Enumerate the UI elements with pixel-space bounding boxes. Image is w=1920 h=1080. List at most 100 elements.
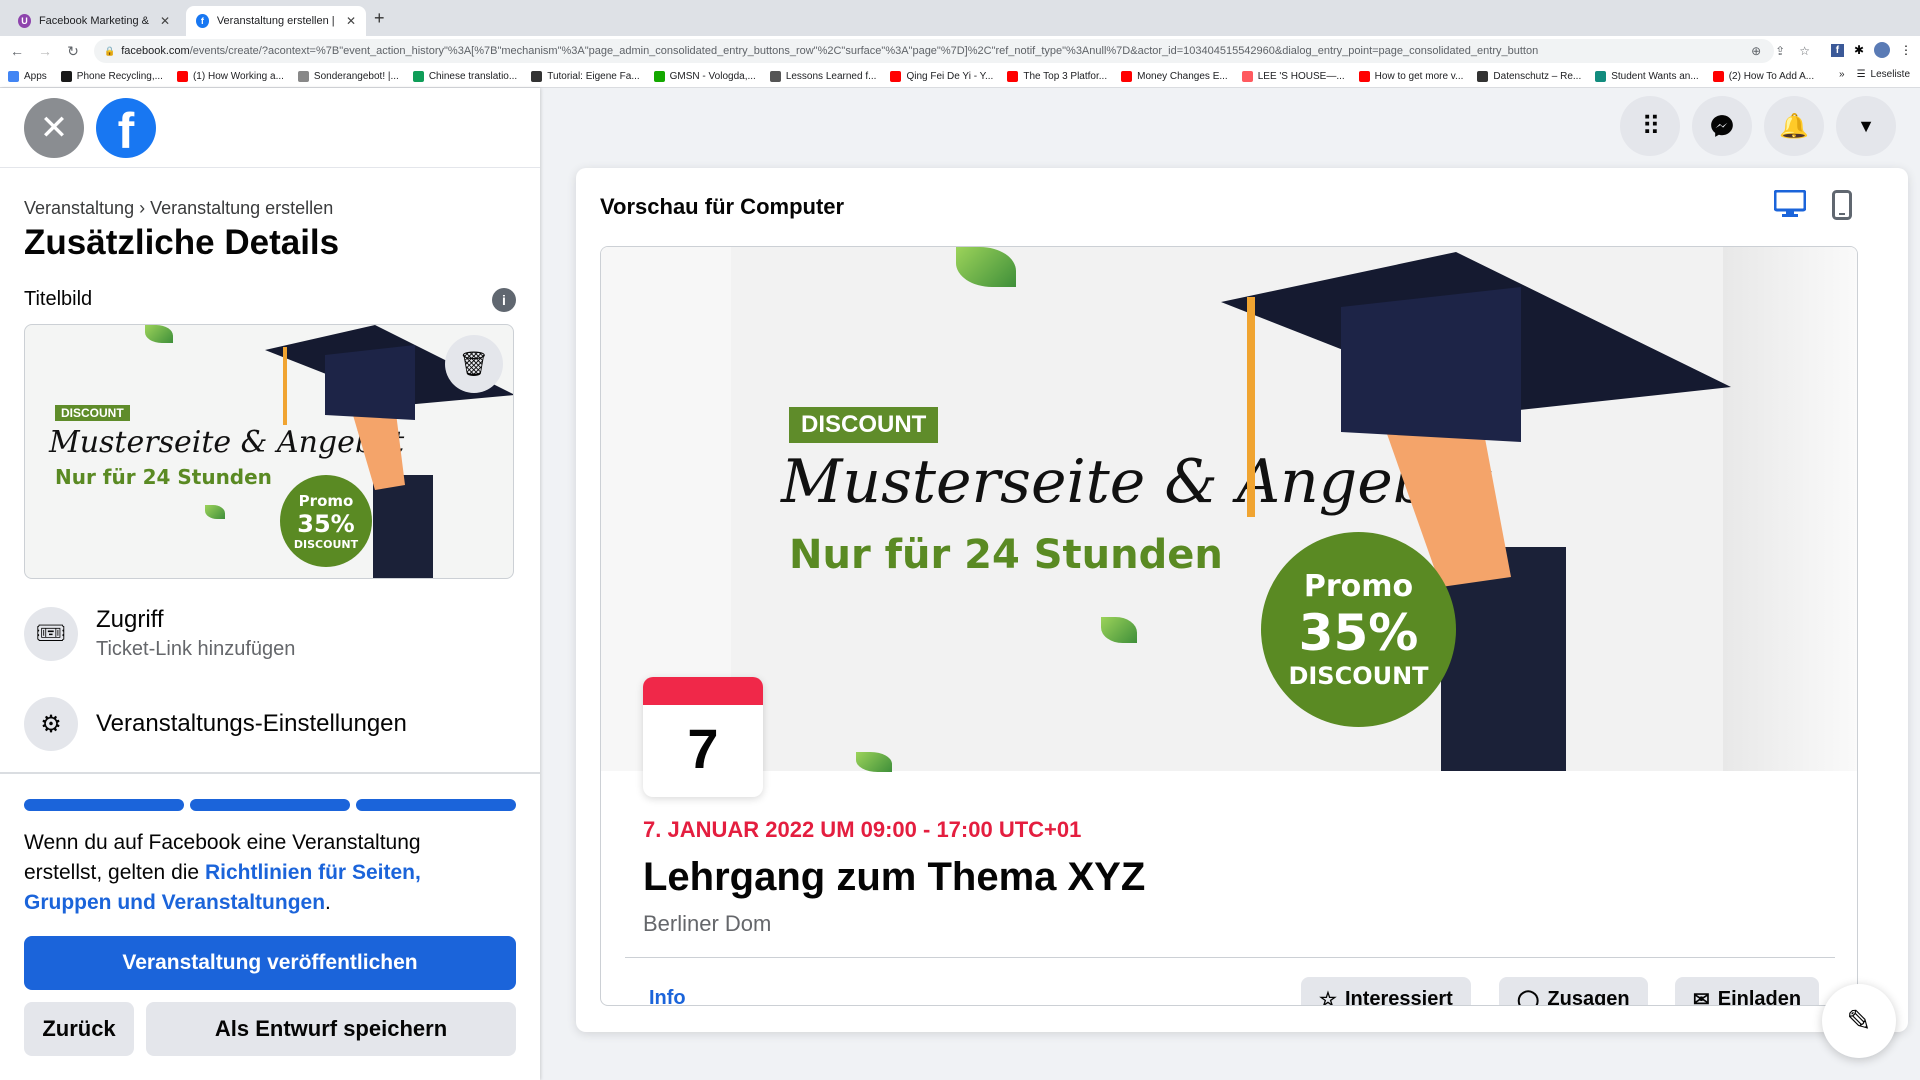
bookmark-item[interactable]: Phone Recycling,...	[60, 71, 163, 82]
access-subtitle: Ticket-Link hinzufügen	[96, 638, 296, 660]
tab-close-icon[interactable]: ✕	[346, 14, 356, 28]
desktop-monitor-icon	[1773, 189, 1807, 217]
bookmark-item[interactable]: (1) How Working a...	[176, 71, 284, 82]
leaf-decoration	[205, 505, 225, 519]
bookmark-favicon-icon	[1358, 71, 1370, 82]
event-date-time: 7. JANUAR 2022 UM 09:00 - 17:00 UTC+01	[643, 817, 1082, 842]
preview-title: Vorschau für Computer	[600, 194, 845, 219]
bookmark-item[interactable]: How to get more v...	[1358, 71, 1464, 82]
bookmark-item[interactable]: GMSN - Vologda,...	[653, 71, 756, 82]
new-message-button[interactable]: ✎	[1822, 984, 1896, 1058]
compose-icon: ✎	[1846, 1004, 1872, 1038]
close-button[interactable]: ✕	[24, 98, 84, 158]
account-menu-button[interactable]: ▼	[1836, 96, 1896, 156]
tab-facebook-marketing[interactable]: U Facebook Marketing & Werbea ✕	[8, 6, 180, 36]
url-input[interactable]: 🔒 facebook.com/events/create/?acontext=%…	[94, 39, 1774, 63]
back-arrow-icon[interactable]: ←	[6, 43, 28, 59]
bell-icon: 🔔	[1779, 112, 1809, 140]
leaf-decoration	[856, 752, 892, 772]
url-path: /events/create/?acontext=%7B"event_actio…	[189, 45, 1539, 57]
access-row[interactable]: 🎟 Zugriff Ticket-Link hinzufügen	[24, 606, 295, 661]
leaf-decoration	[1101, 617, 1137, 643]
bookmark-label: Tutorial: Eigene Fa...	[547, 71, 640, 82]
bookmarks-bar: Apps Phone Recycling,... (1) How Working a…	[0, 66, 1920, 88]
promo-discount-label: DISCOUNT	[1288, 662, 1429, 690]
tab-veranstaltung-erstellen[interactable]: f Veranstaltung erstellen | Faceb ✕	[186, 6, 366, 36]
legal-notice: Wenn du auf Facebook eine Veranstaltung …	[24, 828, 504, 918]
promo-label: Promo	[1303, 569, 1414, 604]
new-tab-button[interactable]: +	[374, 8, 385, 29]
bookmark-item[interactable]: Datenschutz – Re...	[1477, 71, 1581, 82]
menu-grid-button[interactable]: ⠿	[1620, 96, 1680, 156]
bookmark-label: Student Wants an...	[1611, 71, 1699, 82]
publish-event-button[interactable]: Veranstaltung veröffentlichen	[24, 936, 516, 990]
bookmark-item[interactable]: LEE 'S HOUSE—...	[1241, 71, 1345, 82]
bookmark-item[interactable]: Qing Fei De Yi - Y...	[890, 71, 993, 82]
browser-tabbar: U Facebook Marketing & Werbea ✕ f Verans…	[0, 0, 1920, 36]
bookmark-favicon-icon	[1595, 71, 1607, 82]
bookmark-favicon-icon	[1121, 71, 1133, 82]
tab-info[interactable]: Info	[649, 987, 686, 1005]
bookmark-item[interactable]: Apps	[8, 71, 47, 82]
discount-tag: DISCOUNT	[789, 407, 939, 443]
share-icon[interactable]: ⇪	[1775, 44, 1785, 58]
save-draft-button[interactable]: Als Entwurf speichern	[146, 1002, 516, 1056]
event-create-sidebar: ✕ f Veranstaltung › Veranstaltung erstel…	[0, 88, 540, 1080]
reading-list-label: Leseliste	[1870, 69, 1910, 80]
tab-close-icon[interactable]: ✕	[160, 14, 170, 28]
bookmark-item[interactable]: Lessons Learned f...	[769, 71, 877, 82]
going-button[interactable]: ◯ Zusagen	[1499, 977, 1648, 1005]
promo-percent: 35%	[297, 509, 355, 538]
bookmark-label: Lessons Learned f...	[785, 71, 877, 82]
more-bookmarks-icon[interactable]: »	[1839, 69, 1845, 80]
calendar-date-badge: 7	[643, 677, 763, 797]
event-settings-title: Veranstaltungs-Einstellungen	[96, 710, 407, 737]
extensions-puzzle-icon[interactable]: ✱	[1854, 43, 1864, 57]
bookmark-label: The Top 3 Platfor...	[1023, 71, 1108, 82]
step-progress	[24, 799, 516, 811]
reload-icon[interactable]: ↻	[62, 43, 84, 60]
bookmark-item[interactable]: Tutorial: Eigene Fa...	[531, 71, 640, 82]
event-settings-row[interactable]: ⚙ Veranstaltungs-Einstellungen	[24, 697, 407, 751]
invite-button[interactable]: ✉ Einladen	[1675, 977, 1820, 1005]
bookmark-item[interactable]: (2) How To Add A...	[1712, 71, 1814, 82]
delete-cover-button[interactable]: 🗑	[445, 335, 503, 393]
interested-button[interactable]: ☆ Interessiert	[1301, 977, 1471, 1006]
profile-avatar[interactable]	[1874, 42, 1890, 58]
bookmark-label: Chinese translatio...	[428, 71, 518, 82]
bookmark-star-icon[interactable]: ☆	[1799, 44, 1810, 58]
bookmark-item[interactable]: Money Changes E...	[1121, 71, 1228, 82]
bookmark-favicon-icon	[653, 71, 665, 82]
promo-discount-label: DISCOUNT	[293, 537, 359, 551]
bookmark-label: Datenschutz – Re...	[1493, 71, 1582, 82]
back-button[interactable]: Zurück	[24, 1002, 134, 1056]
zoom-icon[interactable]: ⊕	[1751, 44, 1761, 58]
banner-subline: Nur für 24 Stunden	[789, 532, 1223, 578]
address-bar-row: ← → ↻ 🔒 facebook.com/events/create/?acon…	[0, 36, 1920, 66]
divider	[625, 957, 1835, 958]
tab-title: Veranstaltung erstellen | Faceb	[216, 15, 336, 27]
divider	[0, 772, 540, 774]
bookmark-item[interactable]: Sonderangebot! |...	[297, 71, 399, 82]
bookmark-item[interactable]: Chinese translatio...	[412, 71, 518, 82]
promo-percent: 35%	[1298, 604, 1419, 662]
desktop-preview-toggle[interactable]	[1773, 189, 1807, 225]
bookmark-label: How to get more v...	[1374, 71, 1464, 82]
reading-list-button[interactable]: ☰ Leseliste	[1857, 69, 1910, 80]
star-icon: ☆	[1319, 988, 1337, 1006]
mobile-preview-toggle[interactable]	[1832, 190, 1852, 227]
facebook-logo[interactable]: f	[96, 98, 156, 158]
bookmark-label: LEE 'S HOUSE—...	[1257, 71, 1345, 82]
close-icon: ✕	[39, 109, 69, 147]
forward-arrow-icon[interactable]: →	[34, 43, 56, 59]
notifications-button[interactable]: 🔔	[1764, 96, 1824, 156]
bookmark-item[interactable]: The Top 3 Platfor...	[1007, 71, 1107, 82]
facebook-extension-icon[interactable]: f	[1830, 43, 1844, 57]
bookmark-item[interactable]: Student Wants an...	[1595, 71, 1699, 82]
chrome-menu-icon[interactable]: ⋮	[1900, 43, 1912, 57]
promo-badge: Promo 35% DISCOUNT	[280, 475, 372, 567]
caret-down-icon: ▼	[1857, 115, 1875, 136]
info-icon[interactable]: i	[492, 288, 516, 312]
messenger-button[interactable]	[1692, 96, 1752, 156]
reading-list-icon: ☰	[1856, 69, 1866, 80]
